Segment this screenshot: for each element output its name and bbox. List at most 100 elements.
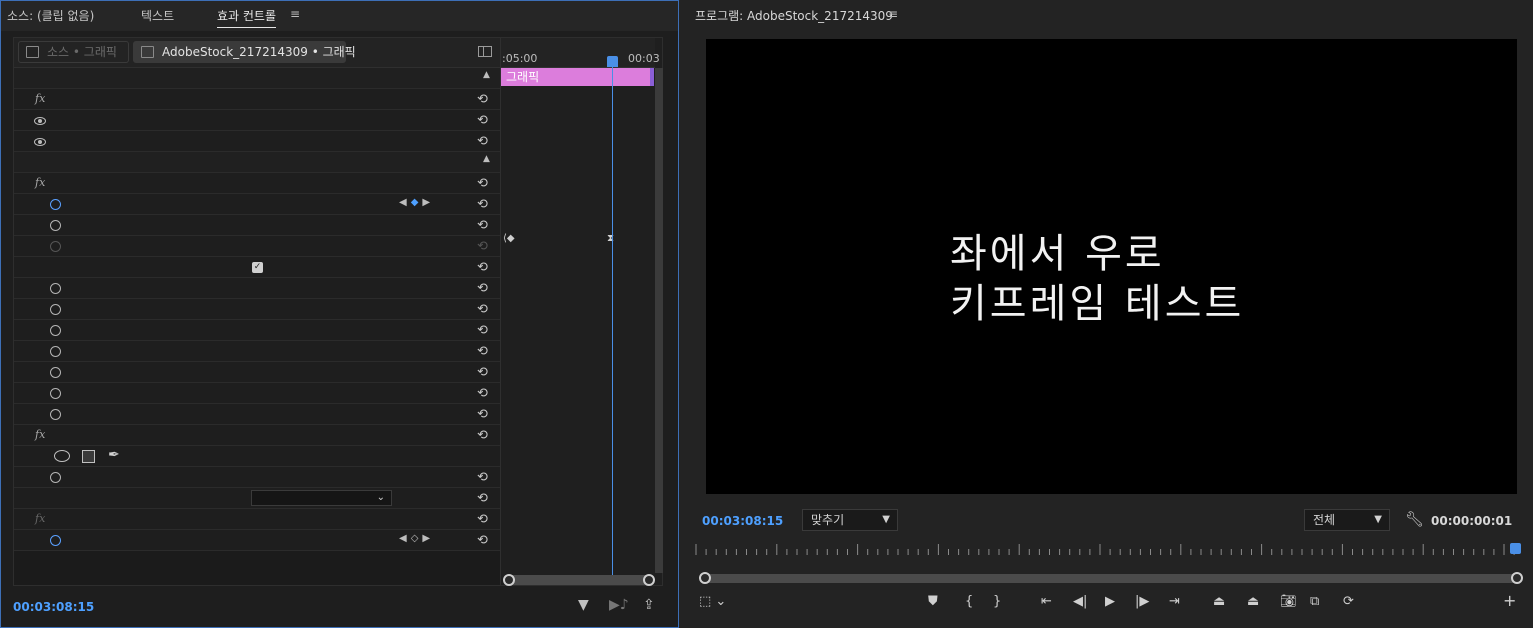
visibility-eye-icon[interactable] — [34, 138, 46, 146]
fx-toggle-icon[interactable]: fx — [35, 428, 45, 441]
sequence-clip-chip[interactable]: AdobeStock_217214309 • 그래픽 — [133, 41, 356, 63]
blend-mode-dropdown[interactable]: ⌄ — [251, 490, 392, 506]
reset-parameter-icon[interactable]: ⟲ — [477, 197, 488, 212]
reset-parameter-icon[interactable]: ⟲ — [477, 386, 488, 401]
tab-text[interactable]: 텍스트 — [141, 7, 174, 24]
mark-in-icon[interactable]: { — [965, 594, 973, 609]
extract-icon[interactable]: ⏏ — [1247, 594, 1259, 609]
export-frame-camera-icon[interactable]: 📷︎ — [1280, 594, 1297, 609]
reset-parameter-icon[interactable]: ⟲ — [477, 323, 488, 338]
reset-parameter-icon[interactable]: ⟲ — [477, 302, 488, 317]
graphic-clip-bar[interactable]: 그래픽 — [501, 68, 654, 86]
filter-icon[interactable]: ▼ — [578, 597, 589, 613]
video-preview[interactable]: 좌에서 우로 키프레임 테스트 — [706, 39, 1517, 494]
reset-parameter-icon[interactable]: ⟲ — [477, 491, 488, 506]
stopwatch-icon[interactable] — [50, 409, 61, 420]
playhead-line[interactable] — [612, 57, 613, 575]
stopwatch-icon[interactable] — [50, 304, 61, 315]
zoom-handle-right[interactable] — [643, 574, 655, 586]
go-to-in-icon[interactable]: ⇤ — [1041, 594, 1052, 609]
effect-row: ⟲ — [14, 131, 500, 152]
stopwatch-icon[interactable] — [50, 535, 61, 546]
step-back-icon[interactable]: ◀| — [1073, 594, 1087, 609]
zoom-handle-right[interactable] — [1511, 572, 1523, 584]
reset-parameter-icon[interactable]: ⟲ — [477, 218, 488, 233]
rectangle-mask-icon[interactable] — [82, 450, 95, 463]
time-ruler[interactable]: :05:00 00:03 — [501, 38, 660, 68]
mark-out-icon[interactable]: } — [993, 594, 1001, 609]
reset-parameter-icon[interactable]: ⟲ — [477, 512, 488, 527]
time-ruler[interactable] — [695, 541, 1523, 557]
keyframe-marker-icon[interactable]: ⟨◆ — [503, 233, 515, 244]
stopwatch-icon[interactable] — [50, 241, 61, 252]
step-forward-icon[interactable]: |▶ — [1135, 594, 1149, 609]
pen-mask-icon[interactable]: ✒ — [108, 447, 120, 463]
compare-view-icon[interactable]: ⧉ — [1310, 594, 1319, 609]
panel-menu-icon[interactable]: ≡ — [888, 7, 898, 21]
tab-source[interactable]: 소스: (클립 없음) — [7, 7, 94, 24]
reset-parameter-icon[interactable]: ⟲ — [477, 407, 488, 422]
stopwatch-icon[interactable] — [50, 388, 61, 399]
add-marker-icon[interactable]: ⛊ — [928, 594, 938, 609]
zoom-scrollbar[interactable] — [699, 572, 1523, 584]
ellipse-mask-icon[interactable] — [54, 450, 70, 462]
zoom-handle-left[interactable] — [503, 574, 515, 586]
collapse-up-icon[interactable]: ▲ — [483, 70, 490, 80]
stopwatch-icon[interactable] — [50, 472, 61, 483]
effect-row: ⟲ — [14, 404, 500, 425]
reset-parameter-icon[interactable]: ⟲ — [477, 470, 488, 485]
keyframe-navigator[interactable]: ◀◇▶ — [399, 533, 434, 544]
reset-parameter-icon[interactable]: ⟲ — [477, 428, 488, 443]
playback-resolution-dropdown[interactable]: 전체 ▼ — [1304, 509, 1390, 531]
settings-wrench-icon[interactable]: 🔧︎ — [1405, 510, 1424, 528]
reset-parameter-icon[interactable]: ⟲ — [477, 113, 488, 128]
tab-effect-controls[interactable]: 효과 컨트롤 — [217, 7, 277, 28]
panel-menu-icon[interactable]: ≡ — [290, 7, 300, 21]
fx-toggle-icon[interactable]: fx — [35, 512, 45, 525]
program-current-timecode[interactable]: 00:03:08:15 — [702, 514, 783, 528]
effect-controls-body: 소스 • 그래픽 AdobeStock_217214309 • 그래픽 ▲ fx ⟲… — [13, 37, 663, 586]
clip-selector-bar: 소스 • 그래픽 AdobeStock_217214309 • 그래픽 — [14, 38, 500, 68]
source-clip-chip[interactable]: 소스 • 그래픽 — [18, 41, 129, 63]
collapse-up-icon[interactable]: ▲ — [483, 154, 490, 164]
reset-parameter-icon[interactable]: ⟲ — [477, 134, 488, 149]
fx-toggle-icon[interactable]: fx — [35, 92, 45, 105]
stopwatch-icon[interactable] — [50, 325, 61, 336]
play-audio-icon[interactable]: ▶♪ — [609, 597, 629, 613]
safe-margins-icon[interactable]: ⬚ ⌄ — [699, 594, 726, 609]
zoom-handle-left[interactable] — [699, 572, 711, 584]
program-monitor-title[interactable]: 프로그램: AdobeStock_217214309 — [695, 7, 893, 24]
lift-icon[interactable]: ⏏ — [1213, 594, 1225, 609]
playhead-handle[interactable] — [607, 56, 618, 67]
go-to-out-icon[interactable]: ⇥ — [1169, 594, 1180, 609]
zoom-scrollbar[interactable] — [503, 574, 655, 586]
zoom-level-dropdown[interactable]: 맞추기 ▼ — [802, 509, 898, 531]
current-timecode[interactable]: 00:03:08:15 — [13, 600, 94, 614]
reset-parameter-icon[interactable]: ⟲ — [477, 365, 488, 380]
keyframe-timeline[interactable]: :05:00 00:03 그래픽 ⟨◆ ⧗ — [500, 38, 663, 586]
uniform-scale-checkbox[interactable]: ✓ — [252, 262, 263, 273]
fx-toggle-icon[interactable]: fx — [35, 176, 45, 189]
reset-parameter-icon[interactable]: ⟲ — [477, 344, 488, 359]
visibility-eye-icon[interactable] — [34, 117, 46, 125]
vertical-scrollbar[interactable] — [655, 68, 663, 573]
stopwatch-icon[interactable] — [50, 220, 61, 231]
playhead-handle[interactable] — [1510, 543, 1521, 554]
keyframe-navigator[interactable]: ◀◆▶ — [399, 197, 434, 208]
zoom-level-value: 맞추기 — [811, 513, 845, 527]
reset-parameter-icon[interactable]: ⟲ — [477, 92, 488, 107]
reset-parameter-icon[interactable]: ⟲ — [477, 281, 488, 296]
stopwatch-icon[interactable] — [50, 367, 61, 378]
reset-parameter-icon[interactable]: ⟲ — [477, 176, 488, 191]
stopwatch-icon[interactable] — [50, 346, 61, 357]
play-icon[interactable]: ▶ — [1105, 594, 1115, 609]
add-button-icon[interactable]: + — [1503, 591, 1516, 610]
stopwatch-icon[interactable] — [50, 283, 61, 294]
toggle-timeline-view-icon[interactable] — [478, 46, 492, 57]
reset-parameter-icon[interactable]: ⟲ — [477, 533, 488, 548]
stopwatch-icon[interactable] — [50, 199, 61, 210]
export-icon[interactable]: ⇪ — [643, 597, 655, 613]
reset-parameter-icon: ⟲ — [477, 239, 488, 254]
vr-video-icon[interactable]: ⟳ — [1343, 594, 1354, 609]
reset-parameter-icon[interactable]: ⟲ — [477, 260, 488, 275]
